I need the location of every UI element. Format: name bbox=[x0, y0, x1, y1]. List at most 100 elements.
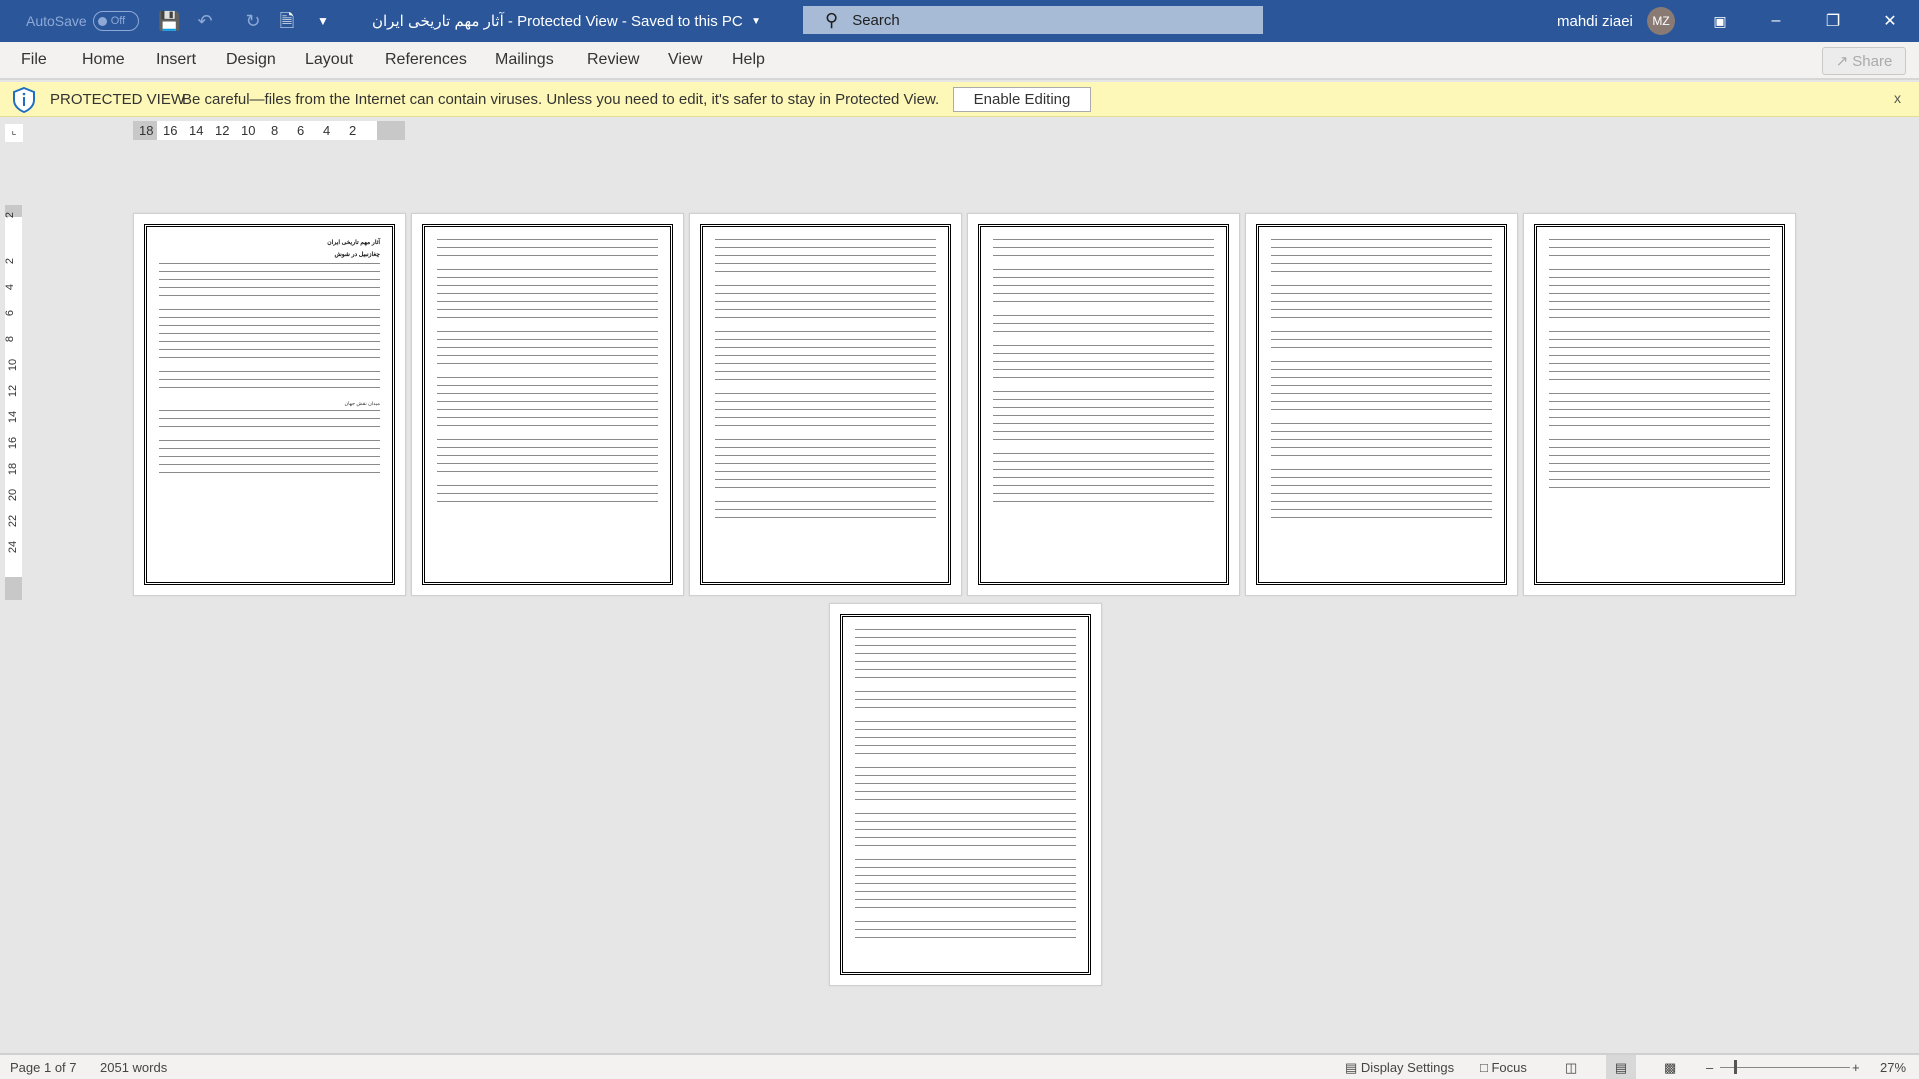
tab-selector[interactable]: ⌞ bbox=[5, 124, 23, 142]
share-button[interactable]: ↗ Share bbox=[1822, 47, 1906, 75]
paragraph bbox=[159, 371, 380, 395]
page-border: آثار مهم تاریخی ایران چغازنبیل در شوش می… bbox=[144, 224, 395, 585]
paragraph bbox=[159, 440, 380, 480]
restore-icon[interactable]: ❐ bbox=[1810, 0, 1856, 42]
share-label: Share bbox=[1852, 52, 1893, 70]
ribbon-tabs: File Home Insert Design Layout Reference… bbox=[0, 42, 1919, 80]
ruler-number: 14 bbox=[189, 123, 204, 138]
undo-icon[interactable]: ↶ bbox=[194, 10, 216, 32]
tab-view[interactable]: View bbox=[668, 51, 702, 69]
tab-layout[interactable]: Layout bbox=[305, 51, 353, 69]
paragraph bbox=[1549, 269, 1770, 325]
vertical-ruler[interactable]: 2 2 4 6 8 10 12 14 16 18 20 22 24 bbox=[4, 205, 22, 600]
autosave-state: Off bbox=[110, 15, 126, 27]
paragraph bbox=[993, 453, 1214, 509]
shield-info-icon bbox=[13, 87, 35, 113]
horizontal-ruler[interactable]: 18 16 14 12 10 8 6 4 2 bbox=[133, 121, 405, 140]
paragraph bbox=[993, 239, 1214, 263]
print-layout-icon[interactable]: ▤ bbox=[1606, 1055, 1636, 1079]
page-border bbox=[1534, 224, 1785, 585]
close-bar-icon[interactable]: x bbox=[1894, 90, 1901, 106]
zoom-slider[interactable] bbox=[1720, 1067, 1850, 1068]
protected-view-message: Be careful—files from the Internet can c… bbox=[182, 90, 940, 108]
paragraph bbox=[715, 331, 936, 387]
tab-insert[interactable]: Insert bbox=[156, 51, 196, 69]
paragraph bbox=[159, 309, 380, 365]
page-count[interactable]: Page 1 of 7 bbox=[10, 1060, 77, 1075]
protected-view-title: PROTECTED VIEW bbox=[50, 90, 186, 108]
tab-home[interactable]: Home bbox=[82, 51, 125, 69]
word-count[interactable]: 2051 words bbox=[100, 1060, 167, 1075]
tab-review[interactable]: Review bbox=[587, 51, 639, 69]
search-placeholder: Search bbox=[852, 11, 900, 29]
ruler-number: 8 bbox=[271, 123, 279, 138]
display-settings-button[interactable]: ▤ Display Settings bbox=[1345, 1060, 1454, 1076]
display-settings-icon: ▤ bbox=[1345, 1060, 1358, 1075]
paragraph bbox=[159, 410, 380, 434]
tab-mailings[interactable]: Mailings bbox=[495, 51, 554, 69]
zoom-slider-thumb[interactable] bbox=[1734, 1060, 1737, 1074]
paragraph bbox=[855, 921, 1076, 945]
ruler-number: 6 bbox=[297, 123, 305, 138]
tab-help[interactable]: Help bbox=[732, 51, 765, 69]
document-page-7[interactable] bbox=[829, 603, 1102, 986]
search-icon: ⚲ bbox=[825, 9, 839, 30]
search-box[interactable]: ⚲ Search bbox=[803, 6, 1263, 34]
document-page-5[interactable] bbox=[1245, 213, 1518, 596]
focus-button[interactable]: □ Focus bbox=[1480, 1060, 1527, 1075]
page-border bbox=[840, 614, 1091, 975]
focus-label: Focus bbox=[1491, 1060, 1527, 1075]
document-page-3[interactable] bbox=[689, 213, 962, 596]
paragraph bbox=[1549, 439, 1770, 495]
customize-toolbar-icon[interactable]: ▼ bbox=[312, 10, 334, 32]
user-name[interactable]: mahdi ziaei bbox=[1557, 0, 1633, 42]
paragraph bbox=[1549, 331, 1770, 387]
ruler-number: 4 bbox=[323, 123, 331, 138]
read-mode-icon[interactable]: ◫ bbox=[1565, 1060, 1577, 1076]
document-title[interactable]: آثار مهم تاریخی ایران - Protected View -… bbox=[372, 0, 761, 42]
zoom-in-button[interactable]: + bbox=[1852, 1060, 1860, 1075]
paragraph bbox=[1271, 423, 1492, 463]
page-border bbox=[1256, 224, 1507, 585]
ruler-number: 24 bbox=[7, 540, 20, 554]
document-page-6[interactable] bbox=[1523, 213, 1796, 596]
paragraph bbox=[855, 767, 1076, 807]
tab-design[interactable]: Design bbox=[226, 51, 276, 69]
new-document-icon[interactable]: 🗎 bbox=[276, 10, 298, 32]
paragraph bbox=[715, 393, 936, 433]
zoom-out-button[interactable]: – bbox=[1706, 1060, 1713, 1075]
document-page-1[interactable]: آثار مهم تاریخی ایران چغازنبیل در شوش می… bbox=[133, 213, 406, 596]
close-icon[interactable]: ✕ bbox=[1867, 0, 1913, 42]
paragraph bbox=[855, 813, 1076, 853]
ruler-number: 16 bbox=[163, 123, 178, 138]
document-page-2[interactable] bbox=[411, 213, 684, 596]
paragraph bbox=[855, 721, 1076, 761]
tab-file[interactable]: File bbox=[21, 51, 47, 69]
paragraph bbox=[855, 629, 1076, 685]
ruler-number: 14 bbox=[7, 410, 20, 424]
ruler-number: 10 bbox=[241, 123, 256, 138]
paragraph bbox=[159, 263, 380, 303]
paragraph bbox=[1271, 331, 1492, 355]
minimize-icon[interactable]: – bbox=[1753, 0, 1799, 42]
tab-references[interactable]: References bbox=[385, 51, 467, 69]
save-icon[interactable]: 💾 bbox=[158, 10, 180, 32]
paragraph bbox=[1271, 361, 1492, 417]
redo-icon[interactable]: ↻ bbox=[242, 10, 264, 32]
document-page-4[interactable] bbox=[967, 213, 1240, 596]
page-border bbox=[422, 224, 673, 585]
ribbon-display-options-icon[interactable]: ▣ bbox=[1697, 0, 1743, 42]
autosave-switch[interactable]: Off bbox=[92, 11, 139, 31]
paragraph bbox=[1271, 285, 1492, 325]
zoom-level[interactable]: 27% bbox=[1880, 1060, 1906, 1075]
enable-editing-button[interactable]: Enable Editing bbox=[953, 87, 1091, 112]
paragraph bbox=[715, 439, 936, 495]
focus-icon: □ bbox=[1480, 1060, 1488, 1075]
ruler-number: 20 bbox=[7, 488, 20, 502]
paragraph bbox=[855, 859, 1076, 915]
ruler-number: 6 bbox=[4, 309, 17, 317]
web-layout-icon[interactable]: ▩ bbox=[1664, 1060, 1676, 1076]
avatar[interactable]: MZ bbox=[1647, 7, 1675, 35]
status-bar: Page 1 of 7 2051 words ▤ Display Setting… bbox=[0, 1053, 1919, 1079]
autosave-toggle[interactable]: AutoSave Off bbox=[26, 0, 139, 42]
